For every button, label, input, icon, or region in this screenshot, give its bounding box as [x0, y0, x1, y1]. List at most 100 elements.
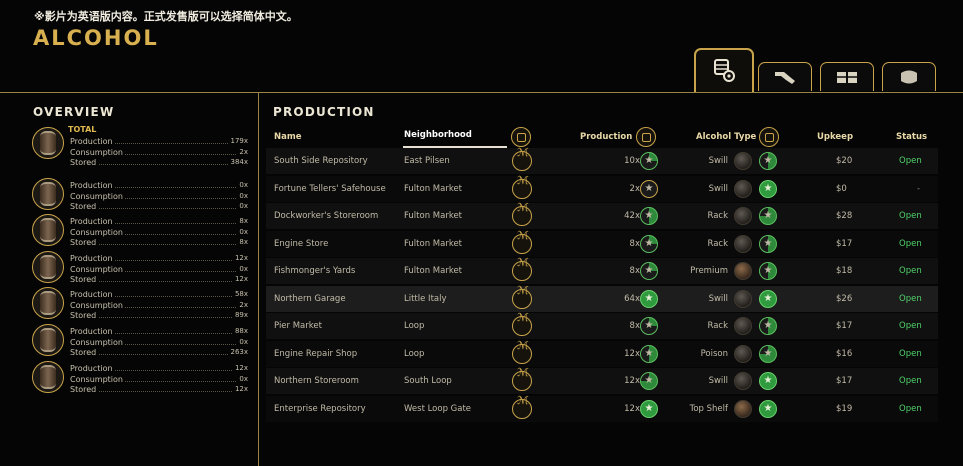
neighborhood-emblem-icon — [512, 229, 532, 254]
upkeep-value: $17 — [836, 376, 853, 386]
overview-consumption-line: Consumption 2x — [70, 147, 248, 158]
alcohol-type: Premium — [690, 266, 728, 276]
overview-total-row: TOTAL Production 179x Consumption 2x Stored 38… — [32, 125, 250, 167]
premium-crate-icon — [32, 251, 64, 283]
bottle-pour-icon — [772, 67, 798, 87]
alcohol-quality-icon: ★ — [759, 317, 777, 335]
neighborhood-emblem-icon — [512, 284, 532, 309]
alcohol-quality-icon: ★ — [759, 399, 777, 418]
tab-glove[interactable] — [882, 62, 936, 91]
alcohol-quality-icon: ★ — [759, 289, 777, 308]
overview-consumption-line: Consumption 0x — [70, 374, 248, 385]
upkeep-value: $17 — [836, 321, 853, 331]
column-header-alcohol-type[interactable]: Alcohol Type — [696, 132, 756, 142]
column-header-name[interactable]: Name — [274, 132, 301, 142]
alcohol-quality-icon: ★ — [759, 234, 777, 253]
quality-star-icon: ★ — [640, 289, 658, 308]
panel-divider — [258, 93, 259, 466]
alcohol-type-icon — [734, 344, 752, 363]
alcohol-quality-icon: ★ — [759, 207, 777, 225]
table-row[interactable]: Engine Repair ShopLoop12x★Poison★$16Open — [266, 339, 938, 367]
table-row[interactable]: Pier MarketLoop8x★Rack★$17Open — [266, 311, 938, 339]
language-notice: ※影片为英语版内容。正式发售版可以选择简体中文。 — [34, 10, 298, 23]
table-row[interactable]: Enterprise RepositoryWest Loop Gate12x★T… — [266, 394, 938, 422]
upkeep-value: $16 — [836, 348, 853, 359]
column-header-status[interactable]: Status — [896, 132, 927, 142]
upkeep-value: $20 — [836, 156, 853, 166]
overview-consumption-value: 2x — [237, 147, 248, 156]
tab-crates[interactable] — [820, 62, 874, 91]
overview-consumption-line: Consumption 0x — [70, 264, 248, 275]
status-value: Open — [899, 321, 922, 331]
overview-consumption-value: 0x — [237, 264, 248, 273]
overview-production-label: Production — [70, 364, 115, 373]
alcohol-quality-icon: ★ — [759, 372, 777, 390]
alcohol-quality-icon: ★ — [759, 152, 777, 170]
page-title: ALCOHOL — [33, 26, 159, 50]
overview-production-line: Production 12x — [70, 364, 248, 374]
overview-stored-value: 12x — [232, 385, 248, 393]
alcohol-type-icon — [734, 289, 752, 308]
overview-row: Production 58x Consumption 2x Stored 89x — [32, 287, 250, 321]
building-name: Fortune Tellers' Safehouse — [274, 183, 386, 194]
overview-stored-label: Stored — [70, 158, 99, 167]
column-header-production[interactable]: Production — [580, 132, 632, 142]
overview-consumption-line: Consumption 0x — [70, 337, 248, 348]
rack-crate-icon — [32, 214, 64, 246]
neighborhood-name: Little Italy — [404, 293, 447, 304]
production-value: 64x — [624, 293, 640, 304]
table-row[interactable]: Fortune Tellers' Safehouse Fulton Market 2… — [266, 174, 938, 202]
alcohol-type-icon — [734, 152, 752, 170]
status-value: Open — [899, 348, 922, 359]
overview-production-line: Production 8x — [70, 217, 248, 227]
table-row[interactable]: South Side RepositoryEast Pilsen10x★Swil… — [266, 146, 938, 174]
alcohol-type-filter-icon[interactable] — [759, 127, 779, 147]
alcohol-type-icon — [734, 207, 752, 225]
neighborhood-emblem-icon — [512, 174, 532, 199]
overview-stored-value: 384x — [228, 158, 248, 166]
alcohol-type: Swill — [708, 156, 728, 166]
overview-total-label: TOTAL — [68, 125, 97, 134]
neighborhood-name: Fulton Market — [404, 183, 463, 194]
overview-row: Production 88x Consumption 0x Stored 263x — [32, 324, 250, 358]
alcohol-type: Swill — [708, 293, 728, 304]
tab-distillery[interactable] — [694, 48, 754, 92]
neighborhood-emblem-icon — [512, 366, 532, 391]
table-row[interactable]: Engine StoreFulton Market8x★Rack★$17Open — [266, 229, 938, 257]
building-name: Engine Store — [274, 238, 329, 249]
column-header-neighborhood[interactable]: Neighborhood — [404, 130, 472, 140]
status-value: Open — [899, 211, 922, 221]
quality-star-icon: ★ — [640, 179, 658, 198]
production-filter-icon[interactable] — [636, 127, 656, 147]
neighborhood-name: West Loop Gate — [404, 403, 472, 414]
overview-production-value: 12x — [232, 254, 248, 262]
table-row[interactable]: Fishmonger's YardsFulton Market8x★Premiu… — [266, 256, 938, 284]
production-value: 8x — [629, 321, 640, 331]
overview-production-label: Production — [70, 137, 115, 146]
alcohol-type-icon — [734, 179, 752, 198]
neighborhood-filter-icon[interactable] — [511, 127, 531, 147]
table-row[interactable]: Northern StoreroomSouth Loop12x★Swill★$1… — [266, 366, 938, 394]
tab-bottle[interactable] — [758, 62, 812, 91]
overview-consumption-label: Consumption — [70, 227, 125, 237]
overview-consumption-label: Consumption — [70, 300, 125, 310]
table-row[interactable]: Dockworker's StoreroomFulton Market42x★R… — [266, 201, 938, 229]
quality-star-icon: ★ — [640, 372, 658, 390]
quality-star-icon: ★ — [640, 207, 658, 225]
production-value: 8x — [629, 238, 640, 249]
neighborhood-name: Fulton Market — [404, 211, 463, 221]
quality-star-icon: ★ — [640, 262, 658, 280]
column-header-upkeep[interactable]: Upkeep — [817, 132, 853, 142]
overview-row: Production 8x Consumption 0x Stored 8x — [32, 214, 250, 248]
production-value: 12x — [624, 376, 640, 386]
overview-stored-line: Stored 89x — [70, 311, 248, 321]
table-row[interactable]: Northern GarageLittle Italy64x★Swill★$26… — [266, 284, 938, 312]
quality-star-icon: ★ — [640, 344, 658, 363]
overview-row: Production 0x Consumption 0x Stored 0x — [32, 178, 250, 212]
alcohol-type-icon — [734, 317, 752, 335]
overview-production-line: Production 88x — [70, 327, 248, 337]
overview-stored-value: 89x — [232, 311, 248, 319]
barrel-icon — [32, 287, 64, 319]
alcohol-type-icon — [734, 234, 752, 253]
overview-production-value: 0x — [237, 181, 248, 189]
